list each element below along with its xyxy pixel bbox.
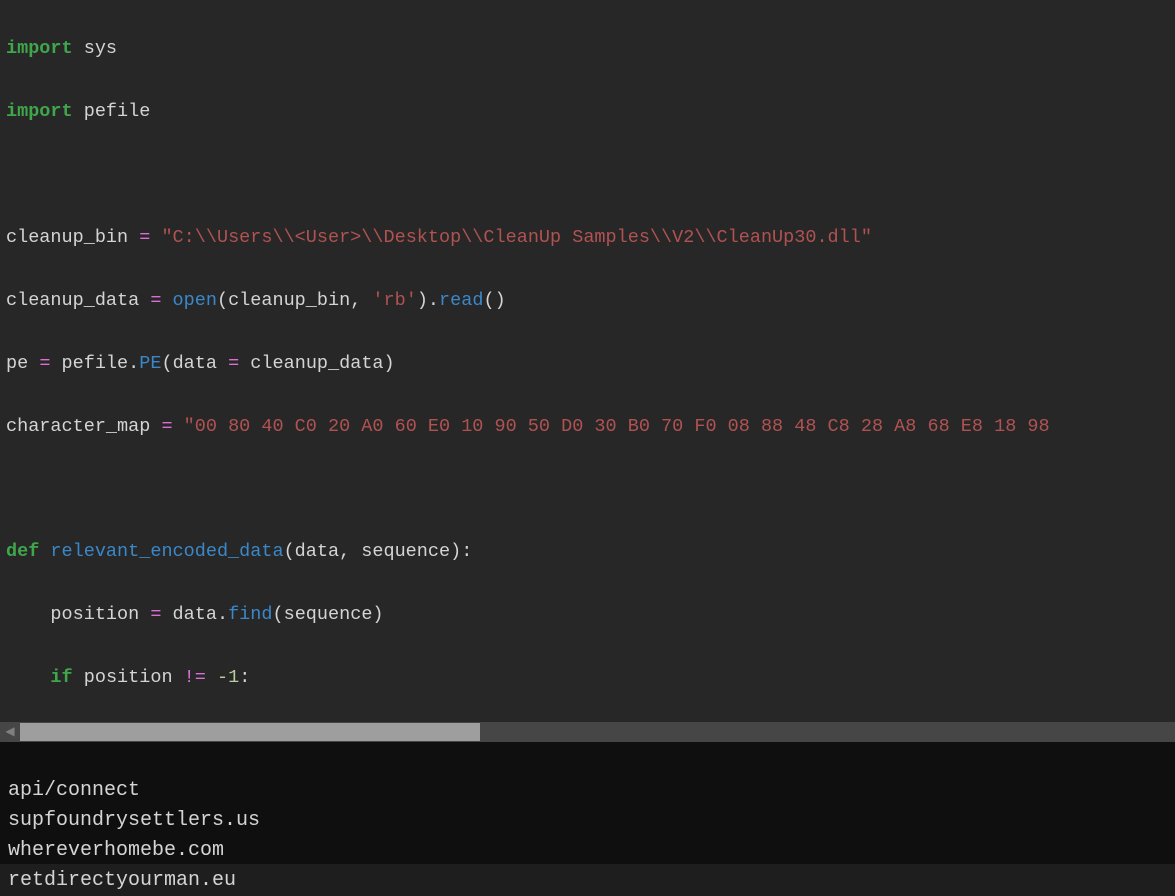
console-line: supfoundrysettlers.us	[8, 809, 260, 832]
code-line	[6, 474, 1167, 505]
scroll-left-icon[interactable]: ◀	[0, 722, 20, 742]
code-line: cleanup_bin = "C:\\Users\\<User>\\Deskto…	[6, 222, 1167, 253]
code-line: if position != -1:	[6, 662, 1167, 693]
code-editor[interactable]: import sys import pefile cleanup_bin = "…	[0, 0, 1175, 722]
horizontal-scrollbar[interactable]: ◀	[0, 722, 1175, 742]
code-line: import sys	[6, 33, 1167, 64]
scroll-thumb[interactable]	[20, 723, 480, 741]
scroll-track[interactable]	[20, 722, 1175, 742]
console-line: api/connect	[8, 779, 140, 802]
console-line: whereverhomebe.com	[8, 839, 224, 862]
console-line: retdirectyourman.eu	[8, 869, 236, 892]
code-line: def relevant_encoded_data(data, sequence…	[6, 536, 1167, 567]
code-line: character_map = "00 80 40 C0 20 A0 60 E0…	[6, 411, 1167, 442]
code-line: pe = pefile.PE(data = cleanup_data)	[6, 348, 1167, 379]
output-console: api/connect supfoundrysettlers.us wherev…	[0, 742, 1175, 864]
code-line: position = data.find(sequence)	[6, 599, 1167, 630]
code-line: cleanup_data = open(cleanup_bin, 'rb').r…	[6, 285, 1167, 316]
code-line	[6, 159, 1167, 190]
code-line: import pefile	[6, 96, 1167, 127]
